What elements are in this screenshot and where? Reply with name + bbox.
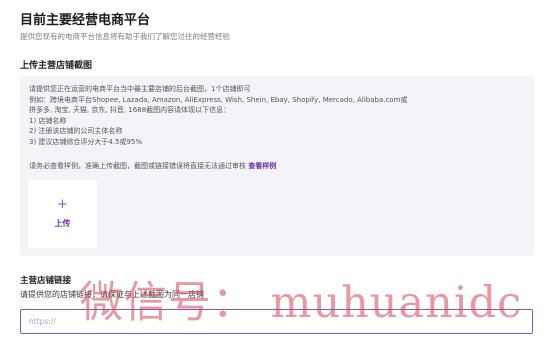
info-line: 3) 建议店铺综合评分大于4.5或95% bbox=[29, 137, 143, 146]
info-line: 拼多多, 淘宝, 天猫, 京东, 抖音, 1688截图内容请体现以下信息： bbox=[29, 106, 231, 114]
upload-button[interactable]: + 上传 bbox=[28, 180, 97, 248]
info-line: 1) 店铺名称 bbox=[29, 116, 67, 125]
screenshot-section-title: 上传主营店铺截图 bbox=[20, 61, 93, 71]
plus-icon: + bbox=[57, 197, 68, 212]
view-sample-link[interactable]: 查看样例 bbox=[248, 162, 276, 170]
info-line: 2) 注册该店铺的公司主体名称 bbox=[29, 127, 123, 135]
upload-label: 上传 bbox=[54, 219, 71, 228]
link-section-subtitle: 请提供您的店铺链接，请保证与上述截图为同一店铺 bbox=[20, 290, 204, 299]
info-line: 请提供您正在运营的电商平台当中最主要店铺的后台截图，1个店铺即可 bbox=[29, 85, 251, 93]
sample-note: 请务必查看样例，准确上传截图，截图或链接错误将直接无法通过审核 查看样例 bbox=[29, 161, 276, 171]
page-title: 目前主要经营电商平台 bbox=[20, 13, 151, 28]
page-subtitle: 提供您现有的电商平台信息将有助于我们了解您过往的经营经验 bbox=[20, 32, 230, 41]
link-section-title: 主营店铺链接 bbox=[20, 276, 72, 286]
store-url-input[interactable] bbox=[20, 309, 533, 334]
info-line: 例如：跨境电商平台Shopee, Lazada, Amazon, AliExpr… bbox=[29, 95, 408, 104]
info-text: 请提供您正在运营的电商平台当中最主要店铺的后台截图，1个店铺即可 例如：跨境电商… bbox=[29, 84, 449, 147]
screenshot-info-panel: 请提供您正在运营的电商平台当中最主要店铺的后台截图，1个店铺即可 例如：跨境电商… bbox=[20, 76, 534, 256]
note-text: 请务必查看样例，准确上传截图，截图或链接错误将直接无法通过审核 bbox=[29, 162, 246, 170]
